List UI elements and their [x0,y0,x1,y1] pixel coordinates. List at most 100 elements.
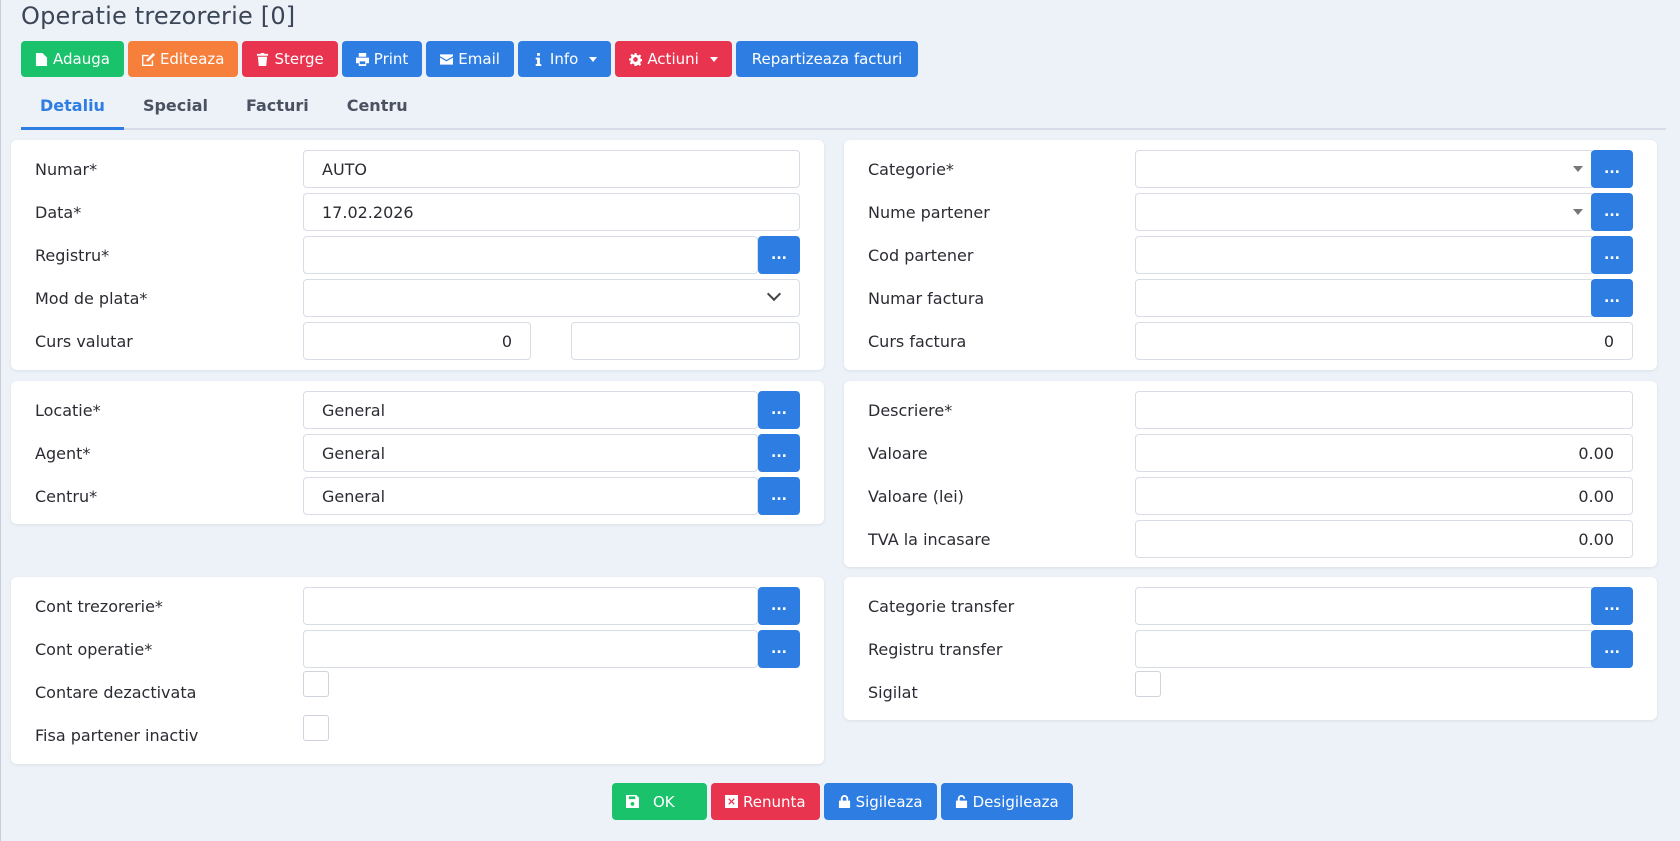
unseal-label: Desigileaza [972,792,1059,811]
page-title: Operatie trezorerie [0] [21,2,296,30]
lock-icon [838,795,850,808]
valoare-field[interactable]: 0.00 [1135,434,1633,472]
centru-lookup-button[interactable]: ... [758,477,800,515]
categorie-lookup-button[interactable]: ... [1591,150,1633,188]
ok-button[interactable]: OK [612,783,707,820]
sigilat-checkbox[interactable] [1135,671,1161,697]
location-panel: Locatie* General ... Agent* General ... … [11,381,824,524]
data-field[interactable]: 17.02.2026 [303,193,800,231]
tab-special[interactable]: Special [124,88,227,130]
toolbar: Adauga Editeaza Sterge Print Email Info … [21,41,919,78]
seal-label: Sigileaza [855,792,923,811]
categorie-transfer-lookup-button[interactable]: ... [1591,587,1633,625]
nume-partener-lookup-button[interactable]: ... [1591,193,1633,231]
add-button[interactable]: Adauga [21,41,124,77]
nume-partener-select[interactable] [1135,193,1594,231]
edit-icon [141,52,155,66]
edit-button[interactable]: Editeaza [127,41,239,77]
cont-operatie-field[interactable] [303,630,758,668]
tva-incasare-field[interactable]: 0.00 [1135,520,1633,558]
cont-trezorerie-field[interactable] [303,587,758,625]
valoare-label: Valoare [868,443,928,463]
categorie-select[interactable] [1135,150,1594,188]
info-dropdown[interactable]: Info [517,41,612,77]
numar-label: Numar* [35,159,98,179]
registru-transfer-field[interactable] [1135,630,1594,668]
envelope-icon [440,53,454,65]
tab-facturi[interactable]: Facturi [227,88,328,130]
locatie-lookup-button[interactable]: ... [758,391,800,429]
unseal-button[interactable]: Desigileaza [940,783,1073,820]
value-panel: Descriere* Valoare 0.00 Valoare (lei) 0.… [844,381,1657,567]
data-label: Data* [35,202,82,222]
distribute-invoices-button[interactable]: Repartizeaza facturi [735,41,919,77]
fisa-partener-inactiv-label: Fisa partener inactiv [35,725,199,745]
info-icon [535,52,542,66]
seal-button[interactable]: Sigileaza [823,783,937,820]
add-label: Adauga [53,50,110,68]
curs-factura-label: Curs factura [868,331,967,351]
curs-valutar-field[interactable]: 0 [303,322,531,360]
contare-dezactivata-label: Contare dezactivata [35,682,197,702]
curs-valutar-label: Curs valutar [35,331,133,351]
cod-partener-lookup-button[interactable]: ... [1591,236,1633,274]
transfer-panel: Categorie transfer ... Registru transfer… [844,577,1657,720]
registru-field[interactable] [303,236,758,274]
general-panel: Numar* AUTO Data* 17.02.2026 Registru* .… [11,140,824,370]
locatie-field[interactable]: General [303,391,758,429]
numar-factura-lookup-button[interactable]: ... [1591,279,1633,317]
contare-dezactivata-checkbox[interactable] [303,671,329,697]
numar-field[interactable]: AUTO [303,150,800,188]
cont-trezorerie-label: Cont trezorerie* [35,596,163,616]
cont-operatie-label: Cont operatie* [35,639,153,659]
cont-trezorerie-lookup-button[interactable]: ... [758,587,800,625]
caret-down-icon [1573,209,1583,215]
valoare-lei-field[interactable]: 0.00 [1135,477,1633,515]
agent-label: Agent* [35,443,91,463]
registru-transfer-lookup-button[interactable]: ... [1591,630,1633,668]
delete-button[interactable]: Sterge [242,41,338,77]
numar-factura-label: Numar factura [868,288,985,308]
centru-field[interactable]: General [303,477,758,515]
tab-detaliu[interactable]: Detaliu [21,88,124,130]
delete-label: Sterge [274,50,324,68]
descriere-label: Descriere* [868,400,953,420]
caret-down-icon [709,56,718,62]
curs-valutar-field-2[interactable] [571,322,800,360]
caret-down-icon [1573,166,1583,172]
mod-plata-select[interactable] [303,279,800,317]
caret-down-icon [589,56,598,62]
trash-icon [257,52,269,66]
agent-field[interactable]: General [303,434,758,472]
actions-label: Actiuni [647,50,699,68]
categorie-transfer-label: Categorie transfer [868,596,1015,616]
curs-factura-field[interactable]: 0 [1135,322,1633,360]
chevron-down-icon [766,286,782,302]
cancel-label: Renunta [743,792,806,811]
fisa-partener-inactiv-checkbox[interactable] [303,715,329,741]
print-button[interactable]: Print [341,41,423,77]
centru-label: Centru* [35,486,98,506]
tab-bar: Detaliu Special Facturi Centru [21,88,1666,130]
numar-factura-field[interactable] [1135,279,1594,317]
unlock-icon [955,795,967,808]
close-square-icon [725,795,738,808]
registru-lookup-button[interactable]: ... [758,236,800,274]
cont-operatie-lookup-button[interactable]: ... [758,630,800,668]
cancel-button[interactable]: Renunta [711,783,820,820]
edit-label: Editeaza [159,50,225,68]
agent-lookup-button[interactable]: ... [758,434,800,472]
email-button[interactable]: Email [426,41,514,77]
printer-icon [355,52,369,66]
cod-partener-field[interactable] [1135,236,1594,274]
file-icon [35,52,48,66]
nume-partener-label: Nume partener [868,202,990,222]
sigilat-label: Sigilat [868,682,918,702]
actions-dropdown[interactable]: Actiuni [615,41,732,77]
gear-icon [629,52,643,66]
descriere-field[interactable] [1135,391,1633,429]
tab-centru[interactable]: Centru [328,88,427,130]
tva-incasare-label: TVA la incasare [868,529,991,549]
categorie-label: Categorie* [868,159,954,179]
categorie-transfer-field[interactable] [1135,587,1594,625]
